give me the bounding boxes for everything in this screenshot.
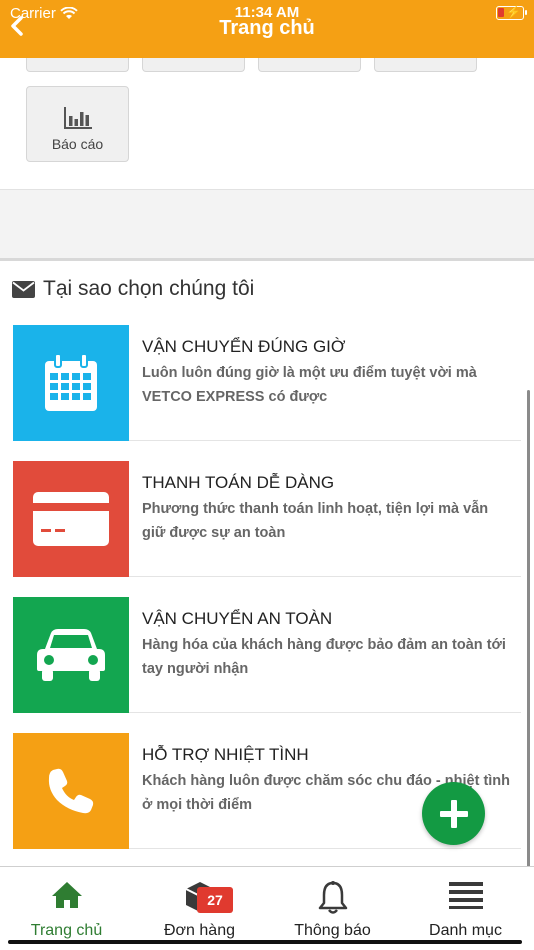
app-header: Carrier 11:34 AM ⚡ Trang chủ xyxy=(0,0,534,58)
add-button[interactable] xyxy=(422,782,485,845)
section-heading: Tại sao chọn chúng tôi xyxy=(12,277,254,301)
car-icon xyxy=(37,629,105,681)
credit-card-icon xyxy=(33,492,109,546)
feature-title: THANH TOÁN DỄ DÀNG xyxy=(142,473,335,492)
page-title: Trang chủ xyxy=(219,17,315,39)
feature-item: VẬN CHUYỂN ĐÚNG GIỜ Luôn luôn đúng giờ l… xyxy=(13,325,521,441)
notification-badge: 27 xyxy=(197,887,233,913)
home-icon xyxy=(51,882,82,908)
bell-icon xyxy=(318,881,347,914)
nav-item-categories[interactable]: Danh mục xyxy=(399,867,532,950)
feature-icon-box xyxy=(13,325,129,441)
report-label: Báo cáo xyxy=(51,136,104,152)
why-choose-us-panel: Tại sao chọn chúng tôi VẬN CHUYỂN ĐÚNG G… xyxy=(0,258,534,868)
bottom-nav: Trang chủ Đơn hàng Thông báo 27 Danh mục xyxy=(0,866,534,950)
bar-chart-icon xyxy=(63,107,92,129)
nav-label: Đơn hàng xyxy=(164,922,235,939)
action-tile[interactable] xyxy=(258,58,361,72)
nav-item-notifications[interactable]: Thông báo xyxy=(266,867,399,950)
feature-item: VẬN CHUYỂN AN TOÀN Hàng hóa của khách hà… xyxy=(13,597,521,713)
menu-icon xyxy=(448,882,483,909)
feature-title: HỖ TRỢ NHIỆT TÌNH xyxy=(142,745,309,764)
action-tile[interactable] xyxy=(142,58,245,72)
feature-title: VẬN CHUYỂN AN TOÀN xyxy=(142,609,333,628)
action-tile[interactable] xyxy=(26,58,129,72)
report-button[interactable]: Báo cáo xyxy=(26,86,129,162)
feature-item: THANH TOÁN DỄ DÀNG Phương thức thanh toá… xyxy=(13,461,521,577)
nav-item-home[interactable]: Trang chủ xyxy=(0,867,133,950)
nav-label: Danh mục xyxy=(429,922,502,939)
plus-icon xyxy=(439,799,468,828)
envelope-icon xyxy=(12,280,35,298)
nav-label: Trang chủ xyxy=(30,922,103,939)
home-indicator xyxy=(8,940,522,944)
action-tile[interactable] xyxy=(374,58,477,72)
calendar-icon xyxy=(45,353,97,411)
feature-description: Hàng hóa của khách hàng được bảo đảm an … xyxy=(142,637,506,677)
feature-icon-box xyxy=(13,597,129,713)
nav-label: Thông báo xyxy=(294,922,371,939)
feature-icon-box xyxy=(13,461,129,577)
section-heading-text: Tại sao chọn chúng tôi xyxy=(43,277,255,300)
feature-description: Phương thức thanh toán linh hoạt, tiện l… xyxy=(142,501,489,541)
phone-icon xyxy=(48,768,94,814)
scrollbar[interactable] xyxy=(527,390,530,940)
feature-title: VẬN CHUYỂN ĐÚNG GIỜ xyxy=(142,337,346,356)
feature-icon-box xyxy=(13,733,129,849)
feature-description: Luôn luôn đúng giờ là một ưu điểm tuyệt … xyxy=(142,365,477,405)
quick-actions-card: Báo cáo xyxy=(0,58,534,190)
